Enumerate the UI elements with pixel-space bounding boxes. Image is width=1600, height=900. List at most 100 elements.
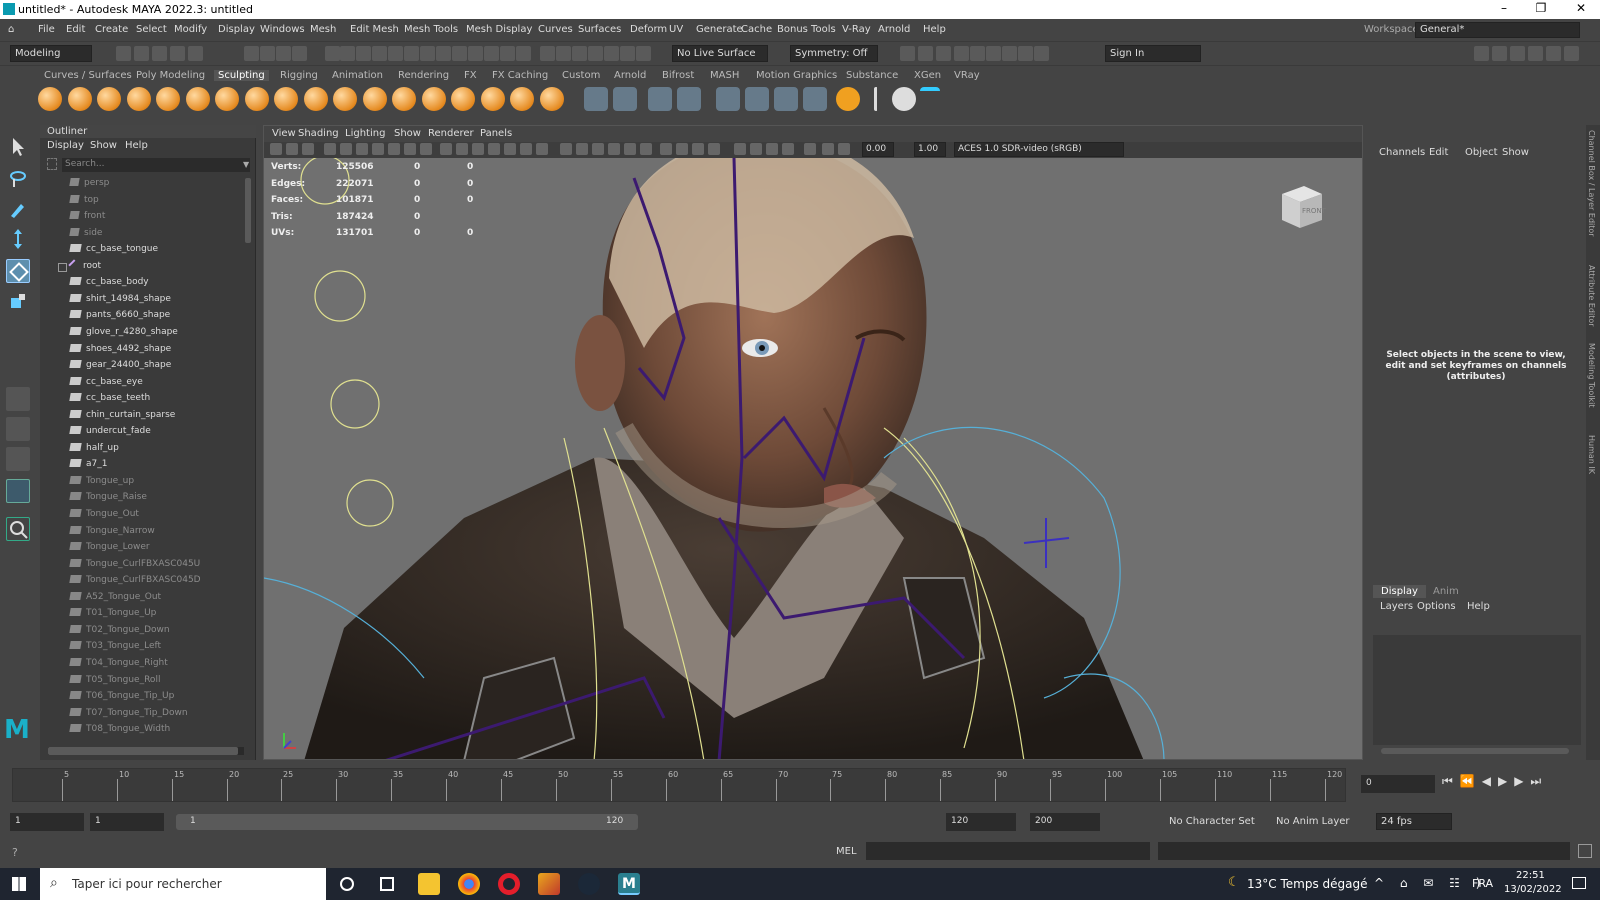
list-item[interactable]: cc_base_teeth xyxy=(69,393,150,409)
channel-box-menu-edit[interactable]: Edit xyxy=(1429,147,1448,158)
viewport-tool-icon[interactable] xyxy=(660,143,672,155)
list-item[interactable]: T06_Tongue_Tip_Up xyxy=(69,691,174,707)
viewport-tool-icon[interactable] xyxy=(624,143,636,155)
shelf-tab-sculpting[interactable]: Sculpting xyxy=(214,70,269,81)
status-tool-icon[interactable] xyxy=(325,46,340,61)
range-slider[interactable]: 1 120 xyxy=(176,814,638,830)
menu-mesh[interactable]: Mesh xyxy=(310,24,336,35)
viewport-tool-icon[interactable] xyxy=(640,143,652,155)
list-item[interactable]: a7_1 xyxy=(69,459,107,475)
sculpt-brush-icon[interactable] xyxy=(539,87,564,111)
status-tool-icon[interactable] xyxy=(340,46,355,61)
menu-windows[interactable]: Windows xyxy=(260,24,305,35)
viewport-tool-icon[interactable] xyxy=(692,143,704,155)
status-tool-icon[interactable] xyxy=(1510,46,1525,61)
two-view-icon[interactable] xyxy=(6,447,30,471)
workspace-select[interactable]: General* xyxy=(1415,22,1580,38)
maya-taskbar-icon[interactable]: M xyxy=(618,873,640,895)
shelf-tool-icon[interactable] xyxy=(716,87,740,111)
sculpt-brush-icon[interactable] xyxy=(421,87,446,111)
status-tool-icon[interactable] xyxy=(1002,46,1017,61)
sculpt-brush-icon[interactable] xyxy=(362,87,387,111)
viewport-panel[interactable]: View Shading Lighting Show Renderer Panels 0.… xyxy=(263,125,1363,760)
status-tool-icon[interactable] xyxy=(292,46,307,61)
viewport-tool-icon[interactable] xyxy=(270,143,282,155)
viewport-tool-icon[interactable] xyxy=(388,143,400,155)
status-tool-icon[interactable] xyxy=(372,46,387,61)
maximize-button[interactable]: ❐ xyxy=(1526,1,1556,15)
status-tool-icon[interactable] xyxy=(134,46,149,61)
menu-file[interactable]: File xyxy=(38,24,55,35)
shelf-tool-icon[interactable] xyxy=(677,87,701,111)
sign-in-button[interactable]: Sign In xyxy=(1105,45,1201,62)
clock-time[interactable]: 22:51 xyxy=(1516,870,1545,881)
layer-menu-options[interactable]: Options xyxy=(1417,601,1456,612)
list-item[interactable]: front xyxy=(69,211,105,227)
layer-list[interactable] xyxy=(1373,635,1581,745)
shelf-tab-animation[interactable]: Animation xyxy=(332,70,383,81)
single-view-icon[interactable] xyxy=(6,387,30,411)
list-item[interactable]: pants_6660_shape xyxy=(69,310,170,326)
minimize-button[interactable]: – xyxy=(1489,1,1519,15)
sculpt-brush-icon[interactable] xyxy=(38,87,62,111)
viewport-tool-icon[interactable] xyxy=(676,143,688,155)
shelf-tab-motion-graphics[interactable]: Motion Graphics xyxy=(756,70,837,81)
search-dropdown-icon[interactable]: ▼ xyxy=(243,160,249,169)
shelf-tab-curves-surfaces[interactable]: Curves / Surfaces xyxy=(44,70,132,81)
filter-icon[interactable] xyxy=(47,158,57,170)
shelf-tool-icon[interactable] xyxy=(613,87,637,111)
weather-text[interactable]: 13°C Temps dégagé xyxy=(1247,877,1367,891)
viewport-tool-icon[interactable] xyxy=(822,143,834,155)
select-tool-icon[interactable] xyxy=(6,135,30,159)
viewport-tool-icon[interactable] xyxy=(592,143,604,155)
side-tab[interactable]: Modeling Toolkit xyxy=(1587,343,1596,407)
shelf-tab-rendering[interactable]: Rendering xyxy=(398,70,449,81)
status-tool-icon[interactable] xyxy=(970,46,985,61)
layer-menu-layers[interactable]: Layers xyxy=(1380,601,1413,612)
close-button[interactable]: ✕ xyxy=(1566,1,1596,15)
menu-help[interactable]: Help xyxy=(923,24,946,35)
status-tool-icon[interactable] xyxy=(260,46,275,61)
viewport-tool-icon[interactable] xyxy=(302,143,314,155)
viewport-menu-renderer[interactable]: Renderer xyxy=(428,128,474,139)
shelf-tab-fx-caching[interactable]: FX Caching xyxy=(492,70,548,81)
list-item[interactable]: Tongue_Out xyxy=(69,509,139,525)
viewport-tool-icon[interactable] xyxy=(340,143,352,155)
viewport-tool-icon[interactable] xyxy=(750,143,762,155)
sculpt-brush-icon[interactable] xyxy=(510,87,534,111)
status-tool-icon[interactable] xyxy=(540,46,555,61)
list-item[interactable]: Tongue_CurlFBXASC045U xyxy=(69,558,200,575)
move-tool-icon[interactable] xyxy=(6,227,30,251)
exposure-field[interactable]: 0.00 xyxy=(862,142,894,157)
viewport-menu-view[interactable]: View xyxy=(272,128,296,139)
status-tool-icon[interactable] xyxy=(116,46,131,61)
viewport-tool-icon[interactable] xyxy=(356,143,368,155)
color-space-select[interactable]: ACES 1.0 SDR-video (sRGB) xyxy=(954,142,1124,157)
status-tool-icon[interactable] xyxy=(244,46,259,61)
shelf-tab-bifrost[interactable]: Bifrost xyxy=(662,70,694,81)
lasso-tool-icon[interactable] xyxy=(6,167,30,191)
four-view-icon[interactable] xyxy=(6,417,30,441)
gamma-field[interactable]: 1.00 xyxy=(914,142,946,157)
channel-box-header-icons[interactable] xyxy=(1512,128,1572,138)
shelf-tab-rigging[interactable]: Rigging xyxy=(280,70,318,81)
shelf-tab-substance[interactable]: Substance xyxy=(846,70,898,81)
channel-box-menu-object[interactable]: Object xyxy=(1465,147,1498,158)
viewport-menu-shading[interactable]: Shading xyxy=(298,128,339,139)
viewport-tool-icon[interactable] xyxy=(782,143,794,155)
shelf-tool-icon[interactable] xyxy=(584,87,608,111)
shelf-tab-arnold[interactable]: Arnold xyxy=(614,70,646,81)
list-item[interactable]: glove_r_4280_shape xyxy=(69,326,178,343)
list-item[interactable]: T07_Tongue_Tip_Down xyxy=(69,707,188,724)
status-tool-icon[interactable] xyxy=(1492,46,1507,61)
viewport-tool-icon[interactable] xyxy=(560,143,572,155)
script-language-label[interactable]: MEL xyxy=(836,846,857,857)
chrome-icon[interactable] xyxy=(458,873,480,895)
list-item[interactable]: Tongue_Narrow xyxy=(69,525,155,542)
list-item[interactable]: chin_curtain_sparse xyxy=(69,409,175,426)
shelf-tool-icon[interactable] xyxy=(648,87,672,111)
status-tool-icon[interactable] xyxy=(556,46,571,61)
menu-set-select[interactable]: Modeling xyxy=(10,45,92,62)
sculpt-brush-icon[interactable] xyxy=(303,87,328,111)
menu-modify[interactable]: Modify xyxy=(174,24,207,35)
